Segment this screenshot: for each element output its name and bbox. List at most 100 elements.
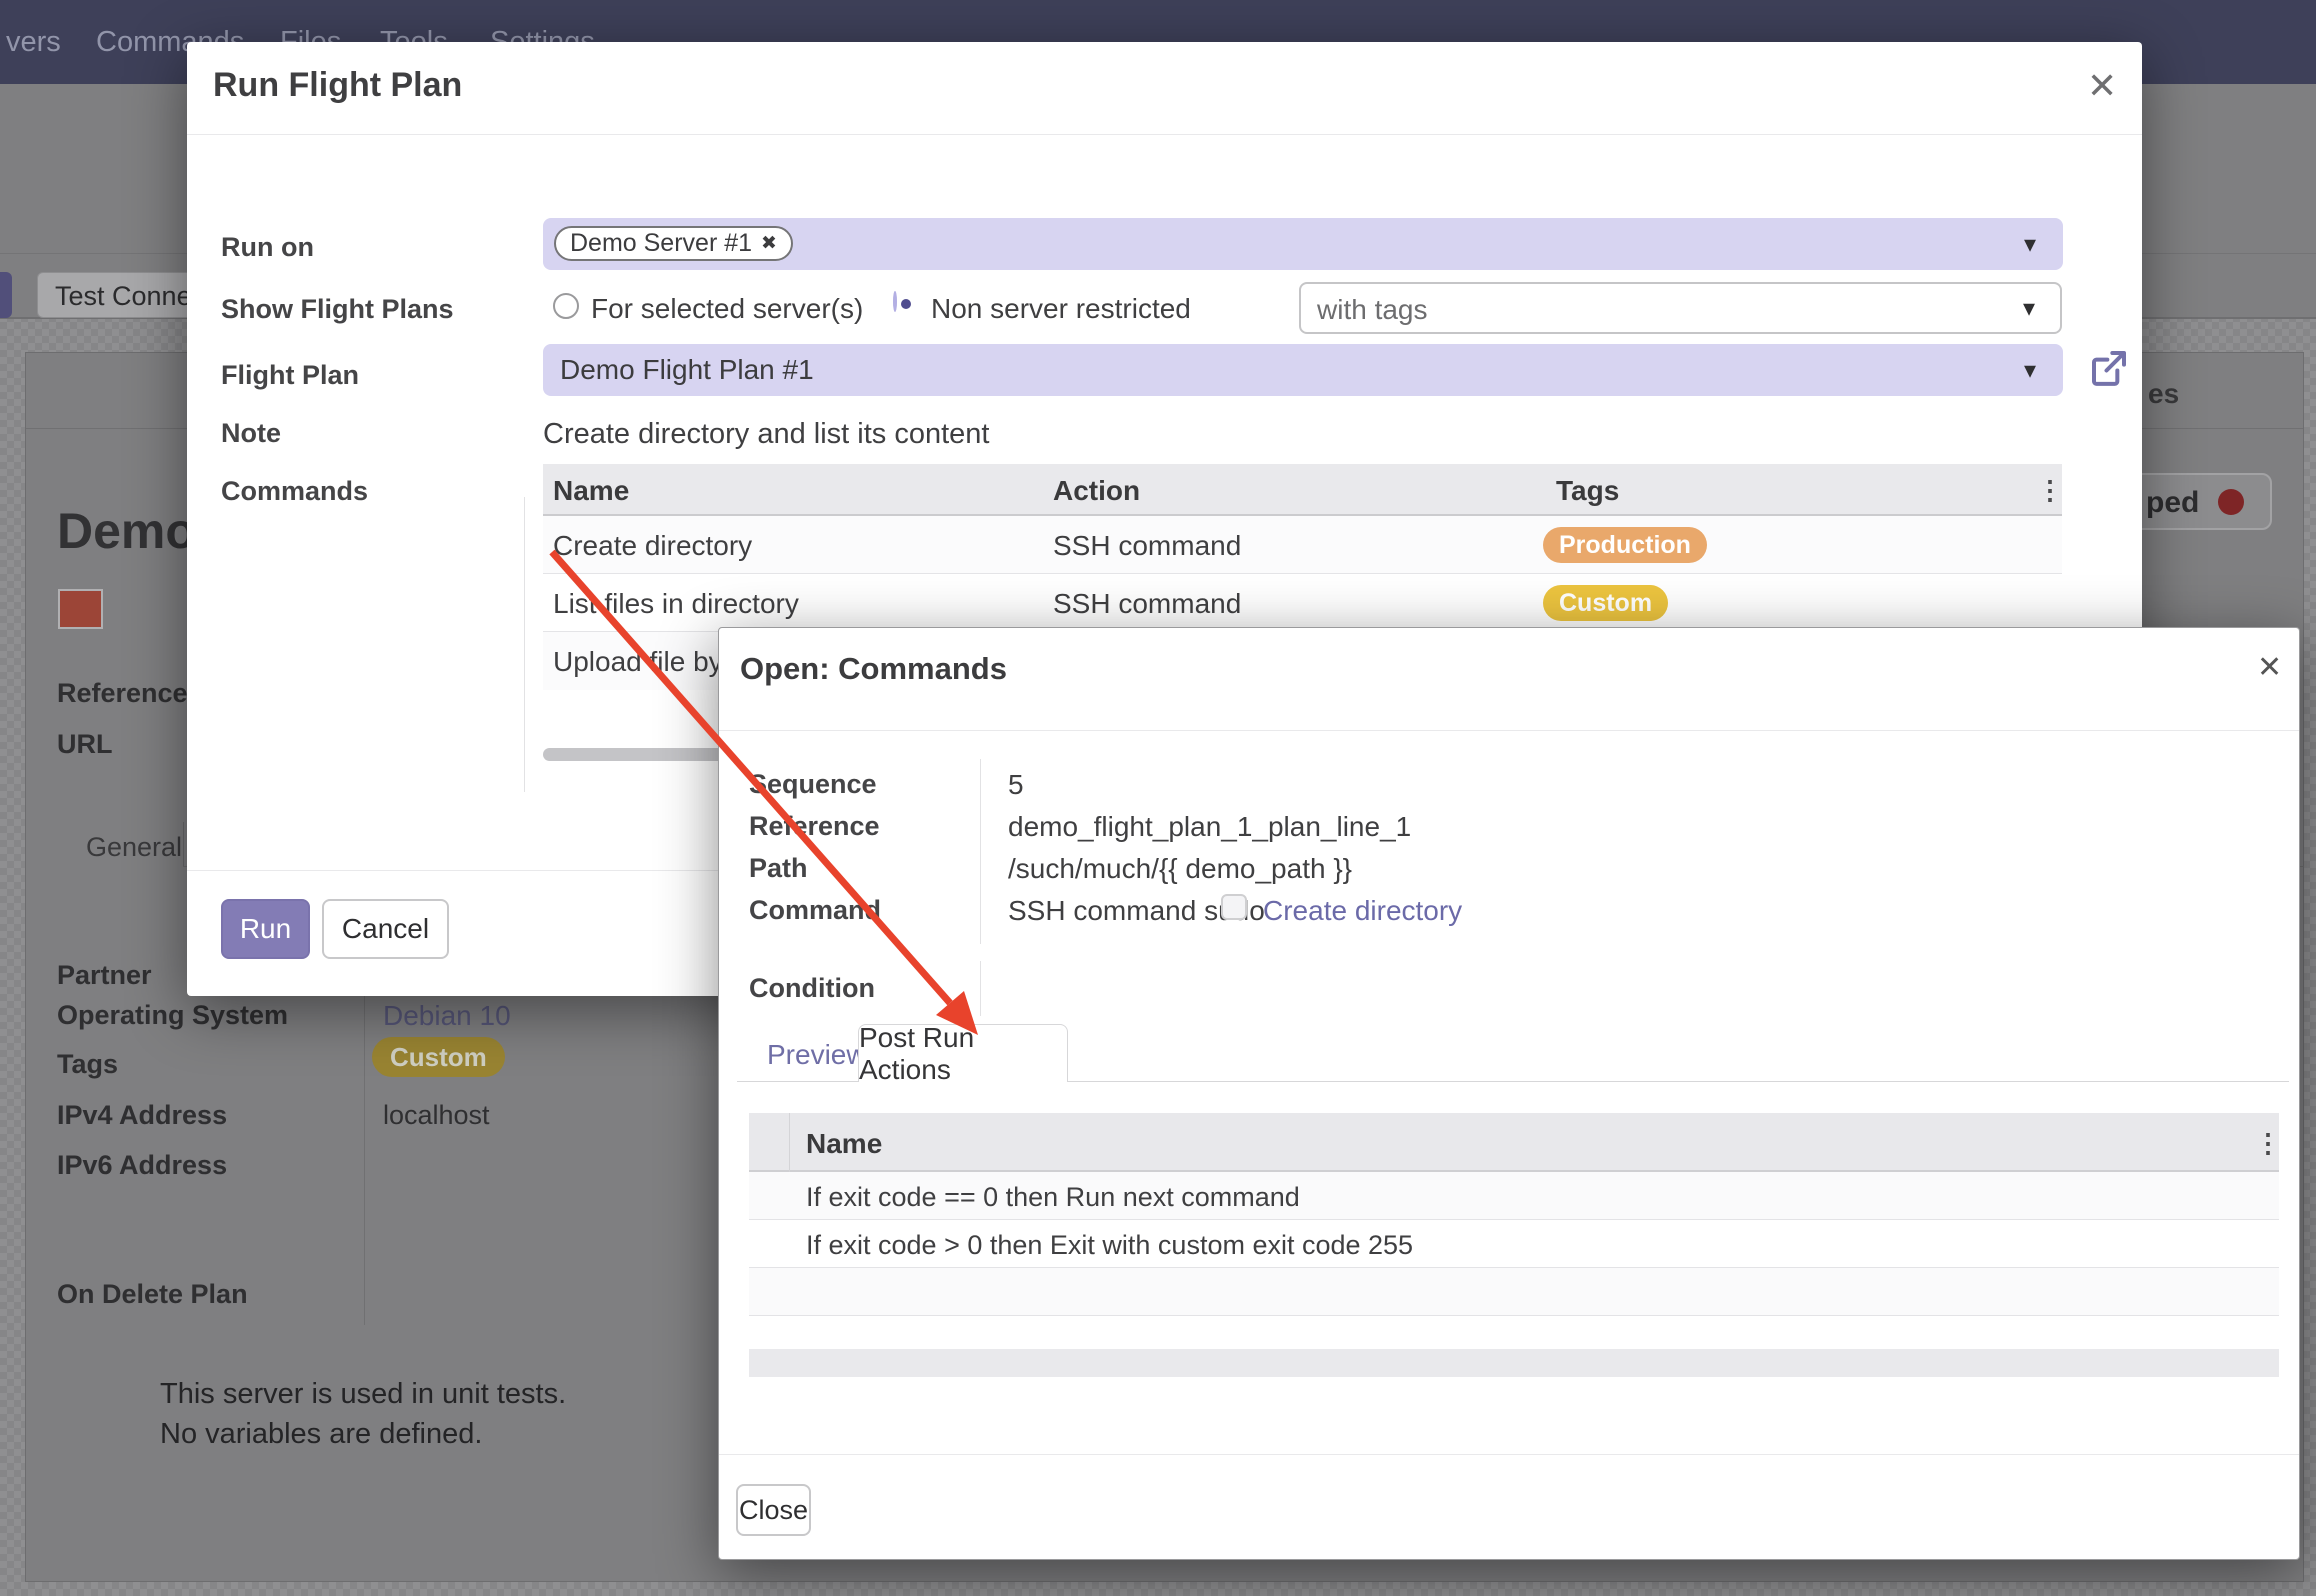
ipv4-value: localhost (383, 1100, 490, 1131)
condition-label: Condition (749, 973, 875, 1004)
tab-general[interactable]: General (86, 832, 182, 863)
sequence-label: Sequence (749, 769, 877, 800)
actions-table-options-icon[interactable]: ⋮ (2255, 1128, 2281, 1159)
status-badge-label: ped (2146, 486, 2199, 520)
path-label: Path (749, 853, 808, 884)
partner-label: Partner (57, 960, 152, 991)
command-link[interactable]: Create directory (1263, 895, 1462, 927)
note-value: Create directory and list its content (543, 418, 989, 451)
open-modal-close-icon[interactable]: ✕ (2257, 650, 2282, 686)
run-modal-title: Run Flight Plan (213, 66, 462, 105)
close-button[interactable]: Close (736, 1484, 811, 1536)
open-modal-header-divider (719, 730, 2299, 731)
flight-plan-select[interactable]: Demo Flight Plan #1 ▾ (543, 344, 2063, 396)
col-name[interactable]: Name (553, 475, 629, 507)
note-label: Note (221, 418, 281, 449)
screenshot-root: vers Commands Files Tools Settings Test … (0, 0, 2316, 1596)
status-badge: ped (2130, 473, 2272, 530)
with-tags-caret-icon[interactable]: ▾ (2023, 294, 2035, 323)
partial-purple-button[interactable] (0, 272, 12, 318)
table-row[interactable]: List files in directory SSH command Cust… (543, 574, 2062, 632)
commands-label: Commands (221, 476, 368, 507)
action-row-name: If exit code > 0 then Exit with custom e… (806, 1230, 1413, 1261)
url-label: URL (57, 729, 113, 760)
col-action[interactable]: Action (1053, 475, 1140, 507)
sudo-checkbox[interactable] (1221, 894, 1247, 920)
action-row-name: If exit code == 0 then Run next command (806, 1182, 1300, 1213)
reference-field-label: Reference (749, 811, 880, 842)
row-name: Create directory (553, 530, 752, 562)
radio-selected-servers[interactable] (553, 293, 579, 319)
nav-menu-servers[interactable]: vers (6, 0, 61, 84)
test-connection-label: Test Conne (55, 281, 192, 312)
run-on-label: Run on (221, 232, 314, 263)
radio-selected-servers-label[interactable]: For selected server(s) (591, 293, 863, 325)
with-tags-select[interactable]: with tags ▾ (1299, 282, 2062, 334)
flight-plan-value: Demo Flight Plan #1 (560, 354, 814, 386)
radio-non-server-restricted-label[interactable]: Non server restricted (931, 293, 1191, 325)
open-modal-footer-divider (719, 1454, 2299, 1455)
actions-table-header: Name ⋮ (749, 1113, 2279, 1172)
command-label: Command (749, 895, 881, 926)
table-footer-band (749, 1349, 2279, 1377)
reference-label: Reference (57, 678, 188, 709)
fields-divider (980, 759, 981, 944)
ipv4-label: IPv4 Address (57, 1100, 227, 1131)
header-handle-column (749, 1113, 790, 1172)
row-tag-badge: Production (1543, 527, 1707, 563)
run-modal-header-divider (187, 134, 2142, 135)
row-action: SSH command (1053, 530, 1241, 562)
operating-system-label: Operating System (57, 1000, 288, 1031)
server-chip-label: Demo Server #1 (570, 229, 752, 258)
tab-post-run-actions-label: Post Run Actions (859, 1022, 1067, 1086)
external-link-icon[interactable] (2089, 348, 2129, 388)
radio-non-server-restricted[interactable] (893, 291, 897, 312)
table-options-icon[interactable]: ⋮ (2037, 475, 2062, 506)
flight-plan-label: Flight Plan (221, 360, 359, 391)
run-on-select[interactable]: Demo Server #1 ✖ ▾ (543, 218, 2063, 270)
list-item[interactable]: If exit code > 0 then Exit with custom e… (749, 1220, 2279, 1268)
flight-plan-caret-icon[interactable]: ▾ (2024, 356, 2036, 385)
sequence-value: 5 (1008, 769, 1024, 801)
path-value: /such/much/{{ demo_path }} (1008, 853, 1352, 885)
tab-post-run-actions[interactable]: Post Run Actions (858, 1024, 1068, 1082)
commands-table-header: Name Action Tags ⋮ (543, 464, 2062, 516)
field-column-divider (364, 945, 365, 1325)
general-tab-border (183, 822, 184, 867)
tags-custom-badge-label: Custom (390, 1042, 487, 1073)
run-on-caret-icon[interactable]: ▾ (2024, 230, 2036, 259)
tags-label: Tags (57, 1049, 118, 1080)
tags-custom-badge: Custom (372, 1037, 505, 1077)
operating-system-value[interactable]: Debian 10 (383, 1000, 511, 1032)
open-modal-title: Open: Commands (740, 651, 1007, 687)
with-tags-value: with tags (1317, 294, 1428, 326)
run-modal-close-icon[interactable]: ✕ (2087, 68, 2117, 104)
on-delete-plan-label: On Delete Plan (57, 1279, 248, 1310)
test-connection-button[interactable]: Test Conne (37, 272, 197, 318)
server-chip[interactable]: Demo Server #1 ✖ (554, 226, 793, 261)
show-flight-plans-label: Show Flight Plans (221, 294, 454, 325)
smart-button-fragment[interactable]: es (2148, 378, 2179, 410)
tab-preview[interactable]: Preview (767, 1039, 867, 1071)
color-swatch[interactable] (58, 589, 103, 629)
row-name: List files in directory (553, 588, 799, 620)
open-commands-modal: Open: Commands ✕ Sequence 5 Reference de… (718, 627, 2300, 1560)
status-dot-icon (2218, 489, 2244, 515)
table-row[interactable]: Create directory SSH command Production (543, 516, 2062, 574)
empty-row (749, 1268, 2279, 1316)
condition-divider (980, 961, 981, 1016)
run-button[interactable]: Run (221, 899, 310, 959)
actions-col-name[interactable]: Name (806, 1128, 882, 1160)
ipv6-label: IPv6 Address (57, 1150, 227, 1181)
row-action: SSH command (1053, 588, 1241, 620)
row-tag-badge: Custom (1543, 585, 1668, 621)
cancel-button[interactable]: Cancel (322, 899, 449, 959)
reference-value: demo_flight_plan_1_plan_line_1 (1008, 811, 1411, 843)
record-title: Demo (57, 502, 196, 560)
row-name: Upload file by (553, 646, 723, 678)
list-item[interactable]: If exit code == 0 then Run next command (749, 1172, 2279, 1220)
chip-remove-icon[interactable]: ✖ (761, 232, 777, 255)
col-tags[interactable]: Tags (1556, 475, 1619, 507)
unit-test-note-line1: This server is used in unit tests. (160, 1378, 566, 1411)
commands-label-divider (524, 497, 525, 792)
